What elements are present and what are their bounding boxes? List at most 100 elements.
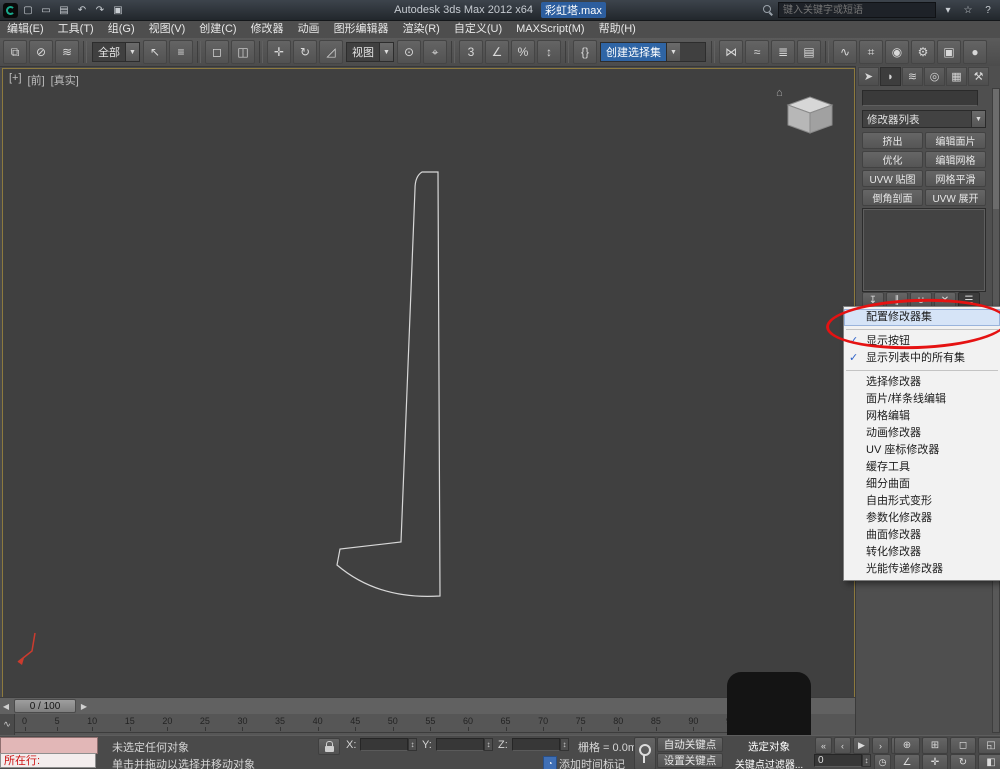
menu-item-show-buttons[interactable]: ✓显示按钮 [844, 333, 1000, 350]
zoom-extents-all-icon[interactable]: ◱ [978, 737, 1000, 754]
selected-mode-button[interactable]: 选定对象 [727, 739, 811, 754]
menu-item-subdivision-surfaces[interactable]: 细分曲面 [844, 476, 1000, 493]
key-filters-button[interactable]: 关键点过滤器... [727, 756, 811, 769]
frame-spinner[interactable]: ↕ [862, 754, 871, 767]
tab-hierarchy-icon[interactable]: ≋ [902, 67, 923, 86]
tab-motion-icon[interactable]: ◎ [924, 67, 945, 86]
menu-graph-editors[interactable]: 图形编辑器 [327, 21, 396, 38]
zoom-extents-icon[interactable]: ◻ [950, 737, 976, 754]
x-coordinate-field[interactable] [360, 738, 408, 751]
next-frame-icon[interactable]: ▶ [78, 702, 90, 711]
help-icon[interactable]: ? [980, 2, 996, 18]
select-and-move-icon[interactable]: ✛ [267, 40, 291, 64]
favorites-icon[interactable]: ☆ [960, 2, 976, 18]
zoom-icon[interactable]: ⊕ [894, 737, 920, 754]
mini-curve-editor-icon[interactable]: ∿ [0, 714, 15, 735]
select-object-icon[interactable]: ↖ [143, 40, 167, 64]
menu-views[interactable]: 视图(V) [142, 21, 193, 38]
y-spinner[interactable]: ↕ [484, 738, 493, 751]
menu-item-parametric-modifiers[interactable]: 参数化修改器 [844, 510, 1000, 527]
schematic-view-icon[interactable]: ⌗ [859, 40, 883, 64]
use-pivot-center-icon[interactable]: ⊙ [397, 40, 421, 64]
edit-named-selection-sets-icon[interactable]: {} [573, 40, 597, 64]
time-slider-handle[interactable]: 0 / 100 [14, 699, 76, 713]
open-file-icon[interactable]: ▭ [38, 2, 54, 18]
render-icon[interactable]: ● [963, 40, 987, 64]
menu-edit[interactable]: 编辑(E) [0, 21, 51, 38]
search-input[interactable] [778, 2, 936, 18]
tab-modify-icon[interactable]: ◗ [880, 67, 901, 86]
selection-filter-combo[interactable]: 全部 ▼ [92, 42, 140, 62]
menu-maxscript[interactable]: MAXScript(M) [509, 21, 591, 38]
layer-manager-icon[interactable]: ≣ [771, 40, 795, 64]
y-coordinate-field[interactable] [436, 738, 484, 751]
menu-item-uv-coordinate-modifiers[interactable]: UV 座标修改器 [844, 442, 1000, 459]
tab-utilities-icon[interactable]: ⚒ [968, 67, 989, 86]
select-by-name-icon[interactable]: ≡ [169, 40, 193, 64]
z-coordinate-field[interactable] [512, 738, 560, 751]
menu-item-surface-modifiers[interactable]: 曲面修改器 [844, 527, 1000, 544]
menu-item-mesh-editing[interactable]: 网格编辑 [844, 408, 1000, 425]
menu-item-conversion-modifiers[interactable]: 转化修改器 [844, 544, 1000, 561]
viewport-front[interactable]: [+] [前] [真实] ⌂ [2, 68, 855, 698]
go-to-start-icon[interactable]: « [815, 737, 832, 754]
time-tag-icon[interactable]: ◔ [543, 756, 557, 769]
save-file-icon[interactable]: ▤ [56, 2, 72, 18]
chevron-down-icon[interactable]: ▼ [379, 43, 393, 61]
menu-create[interactable]: 创建(C) [192, 21, 243, 38]
render-setup-icon[interactable]: ⚙ [911, 40, 935, 64]
modifier-button-edit-mesh[interactable]: 编辑网格 [925, 151, 986, 168]
menu-animation[interactable]: 动画 [291, 21, 327, 38]
menu-item-animation-modifiers[interactable]: 动画修改器 [844, 425, 1000, 442]
chevron-down-icon[interactable]: ▼ [125, 43, 139, 61]
menu-item-show-all-sets[interactable]: ✓显示列表中的所有集 [844, 350, 1000, 367]
modifier-list-dropdown[interactable]: 修改器列表 ▼ [862, 110, 986, 128]
named-selection-set-combo[interactable]: 创建选择集 ▼ [600, 42, 706, 62]
add-time-tag[interactable]: 添加时间标记 [559, 756, 625, 769]
angle-snap-icon[interactable]: ∠ [485, 40, 509, 64]
rectangular-selection-region-icon[interactable]: ◻ [205, 40, 229, 64]
modifier-button-optimize[interactable]: 优化 [862, 151, 923, 168]
pan-icon[interactable]: ✛ [922, 754, 948, 769]
align-icon[interactable]: ≈ [745, 40, 769, 64]
modifier-button-unwrap-uvw[interactable]: UVW 展开 [925, 189, 986, 206]
tab-display-icon[interactable]: ▦ [946, 67, 967, 86]
menu-tools[interactable]: 工具(T) [51, 21, 101, 38]
menu-help[interactable]: 帮助(H) [592, 21, 643, 38]
previous-frame-icon[interactable]: ◀ [0, 702, 12, 711]
select-and-link-icon[interactable]: ⧉ [3, 40, 27, 64]
play-icon[interactable]: ▶ [853, 737, 870, 754]
modifier-button-extrude[interactable]: 挤出 [862, 132, 923, 149]
x-spinner[interactable]: ↕ [408, 738, 417, 751]
bind-to-spacewarp-icon[interactable]: ≋ [55, 40, 79, 64]
chevron-down-icon[interactable]: ▼ [971, 111, 985, 127]
chevron-down-icon[interactable]: ▼ [666, 43, 680, 61]
auto-key-button[interactable]: 自动关键点 [657, 737, 723, 752]
current-frame-field[interactable] [814, 754, 862, 767]
select-and-rotate-icon[interactable]: ↻ [293, 40, 317, 64]
menu-item-cache-tools[interactable]: 缓存工具 [844, 459, 1000, 476]
field-of-view-icon[interactable]: ∠ [894, 754, 920, 769]
object-name-field[interactable] [862, 90, 978, 106]
spinner-snap-icon[interactable]: ↕ [537, 40, 561, 64]
menu-modifiers[interactable]: 修改器 [244, 21, 291, 38]
orbit-icon[interactable]: ↻ [950, 754, 976, 769]
modifier-button-uvw-map[interactable]: UVW 贴图 [862, 170, 923, 187]
select-and-scale-icon[interactable]: ◿ [319, 40, 343, 64]
menu-item-selection-modifiers[interactable]: 选择修改器 [844, 374, 1000, 391]
snaps-toggle-icon[interactable]: 3 [459, 40, 483, 64]
rendered-frame-window-icon[interactable]: ▣ [937, 40, 961, 64]
modifier-stack-list[interactable] [862, 208, 986, 292]
new-file-icon[interactable]: ▢ [20, 2, 36, 18]
menu-item-configure-modifier-sets[interactable]: 配置修改器集 [844, 309, 1000, 326]
graphite-ribbon-icon[interactable]: ▤ [797, 40, 821, 64]
menu-item-patch-spline-editing[interactable]: 面片/样条线编辑 [844, 391, 1000, 408]
curve-editor-icon[interactable]: ∿ [833, 40, 857, 64]
modifier-button-bevel-profile[interactable]: 倒角剖面 [862, 189, 923, 206]
previous-frame-icon[interactable]: ‹ [834, 737, 851, 754]
modifier-button-meshsmooth[interactable]: 网格平滑 [925, 170, 986, 187]
material-editor-icon[interactable]: ◉ [885, 40, 909, 64]
selection-lock-toggle[interactable] [318, 738, 340, 755]
menu-customize[interactable]: 自定义(U) [447, 21, 509, 38]
maximize-viewport-icon[interactable]: ◧ [978, 754, 1000, 769]
